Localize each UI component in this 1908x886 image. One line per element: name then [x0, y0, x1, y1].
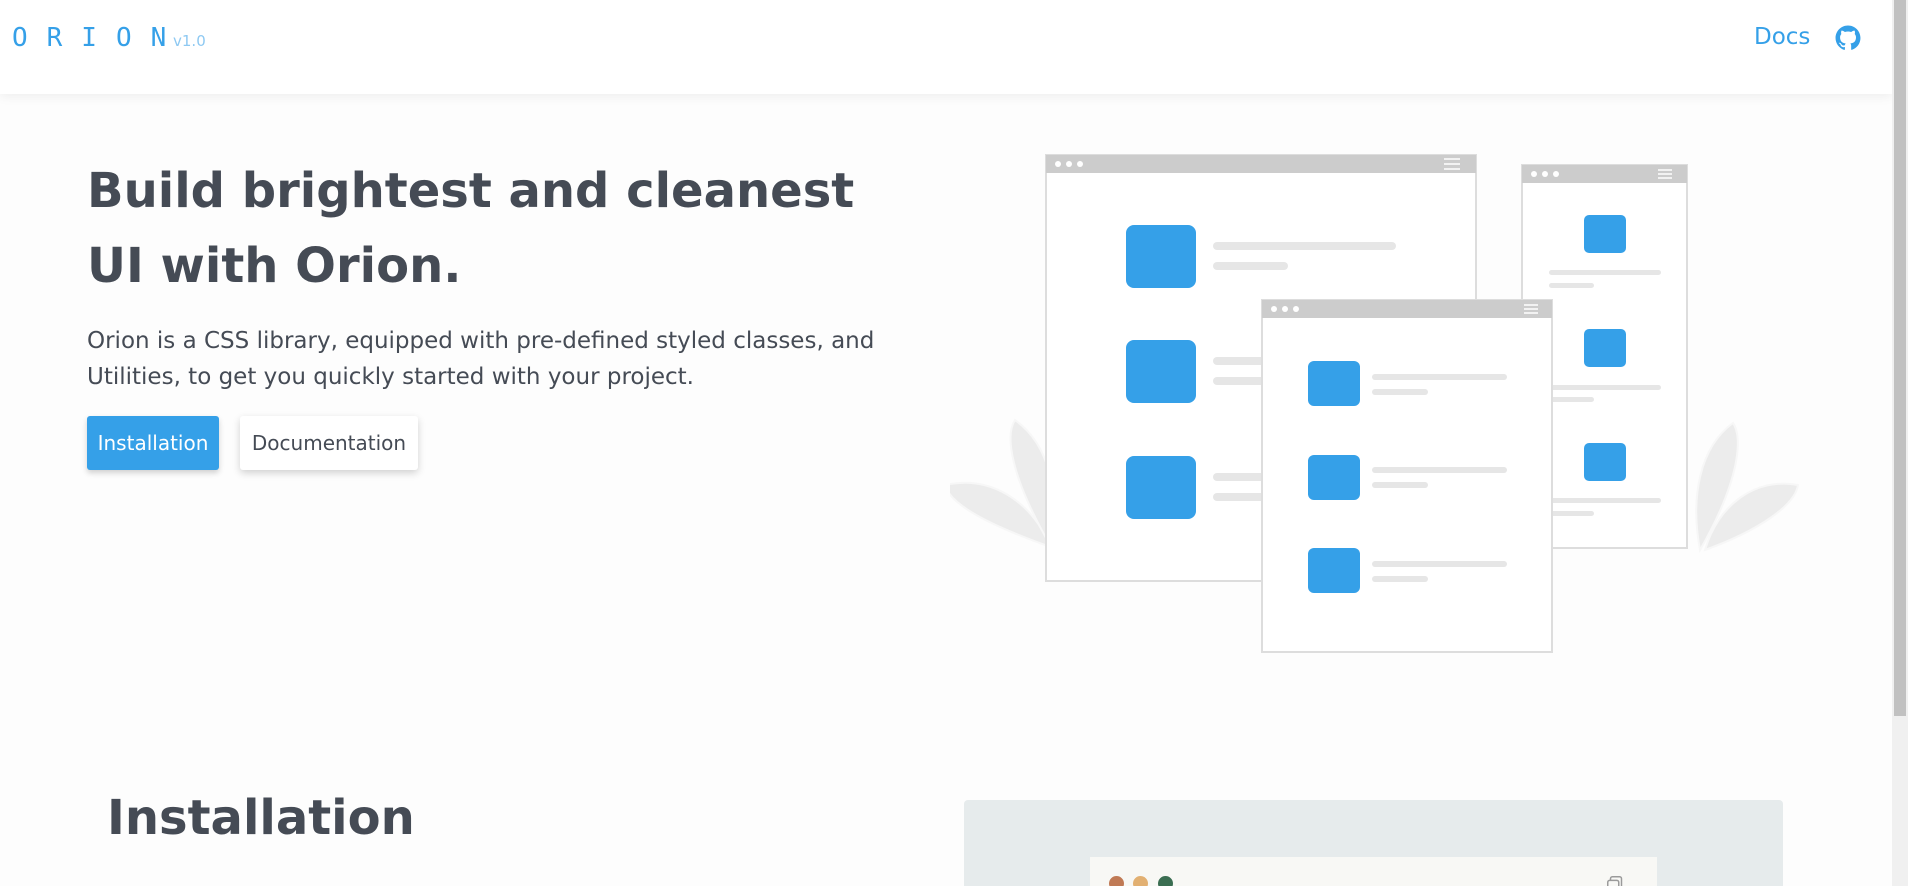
hero-subtitle: Orion is a CSS library, equipped with pr… [87, 328, 875, 390]
copy-icon[interactable] [1605, 874, 1627, 886]
brand-logo[interactable]: ORION [12, 23, 185, 53]
installation-button[interactable]: Installation [87, 416, 219, 470]
documentation-button[interactable]: Documentation [240, 416, 418, 470]
window-maximize-dot [1158, 876, 1173, 886]
front-window-mockup [1261, 299, 1553, 653]
window-close-dot [1109, 876, 1124, 886]
top-navbar: ORION v1.0 Docs [0, 0, 1892, 94]
github-icon[interactable] [1835, 25, 1861, 51]
hero-title: Build brightest and cleanest UI with Ori… [87, 163, 855, 294]
hero-illustration [950, 154, 1800, 653]
left-leaf-decoration [950, 418, 1055, 548]
code-window [1090, 857, 1657, 886]
version-badge: v1.0 [173, 32, 206, 50]
right-leaf-decoration [1695, 421, 1800, 553]
scrollbar-thumb[interactable] [1894, 0, 1906, 716]
installation-heading: Installation [107, 790, 415, 846]
window-minimize-dot [1133, 876, 1148, 886]
docs-link[interactable]: Docs [1754, 24, 1810, 50]
